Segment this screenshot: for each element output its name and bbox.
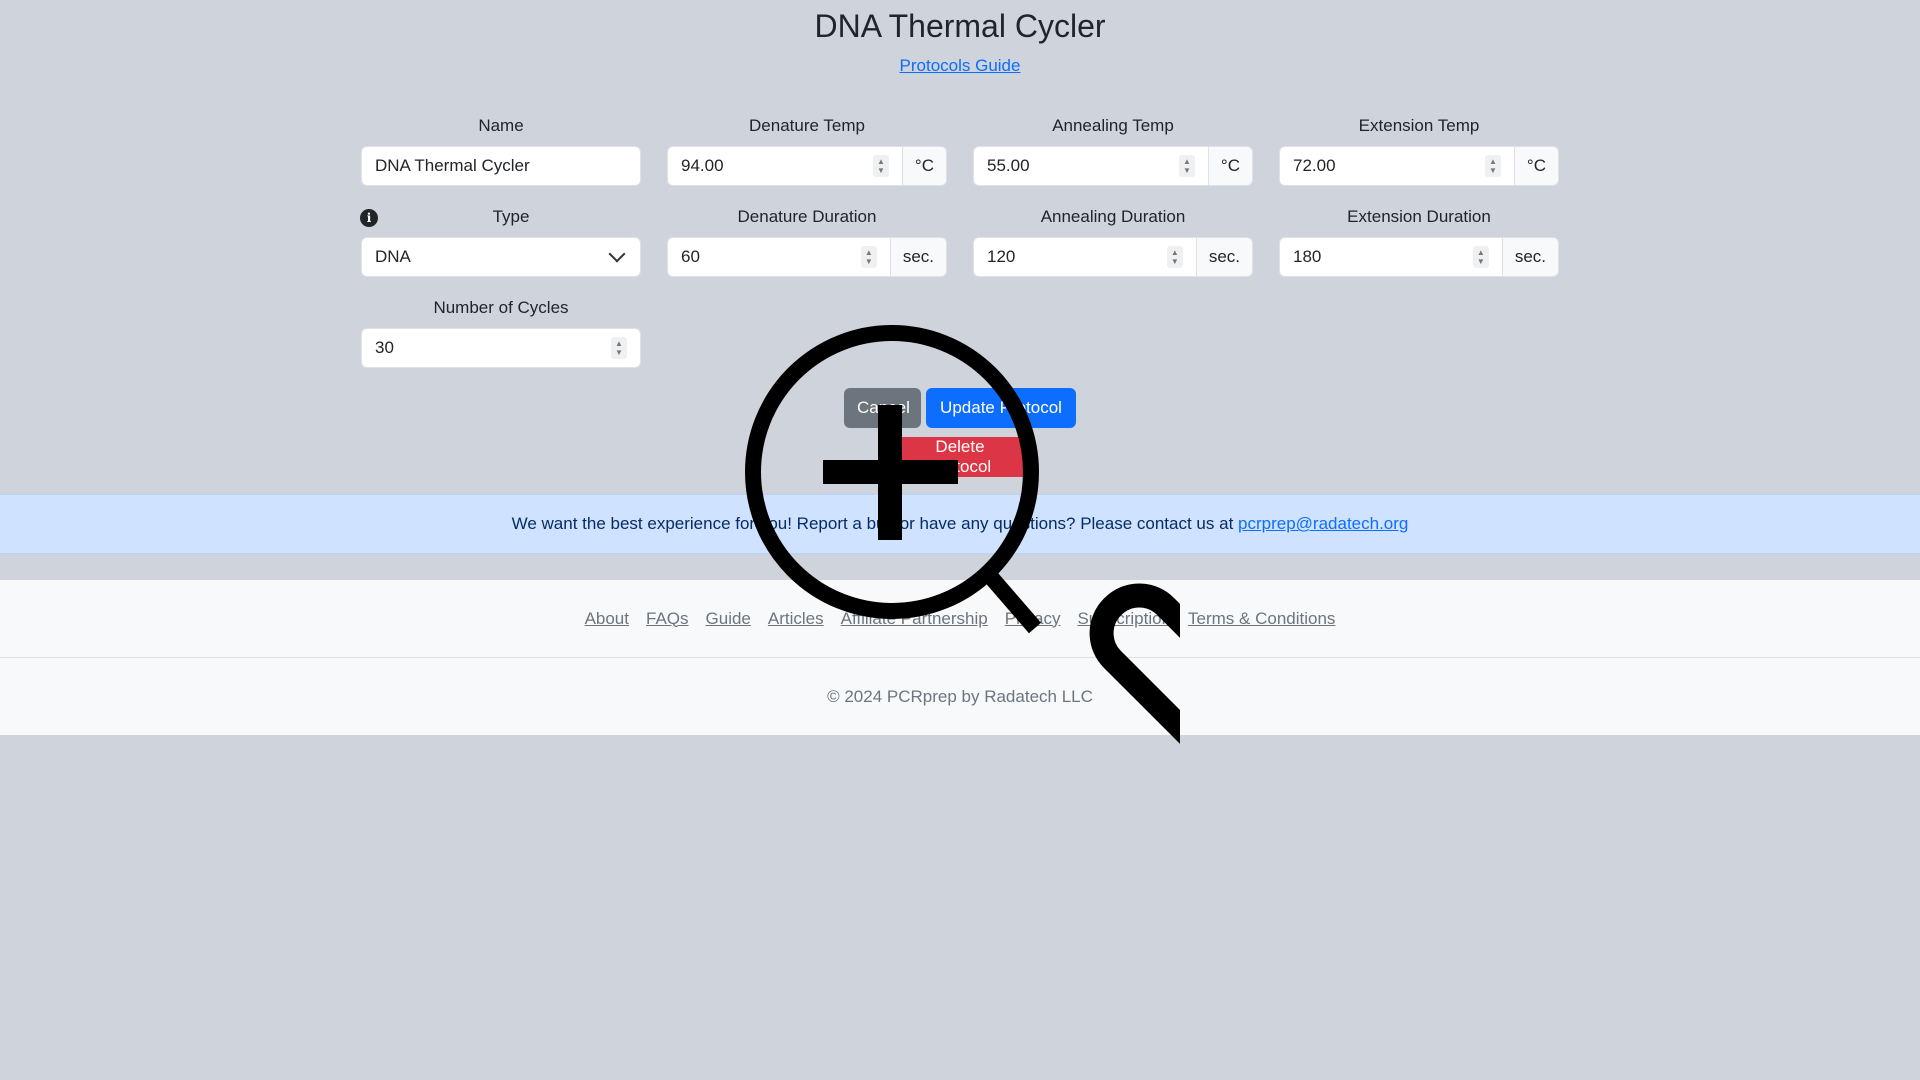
annealing-duration-unit: sec.	[1196, 237, 1253, 277]
cancel-button[interactable]: Cancel	[844, 388, 921, 428]
footer-link-affiliate-partnership[interactable]: Affiliate Partnership	[841, 609, 988, 629]
chevron-down-icon	[608, 245, 626, 263]
extension-duration-unit: sec.	[1502, 237, 1559, 277]
name-input[interactable]: DNA Thermal Cycler	[361, 146, 641, 186]
name-field: Name DNA Thermal Cycler	[361, 114, 641, 186]
annealing-duration-value: 120	[987, 247, 1016, 266]
extension-temp-input[interactable]: 72.00 ▲ ▼	[1279, 146, 1515, 186]
feedback-banner: We want the best experience for you! Rep…	[0, 494, 1920, 554]
annealing-duration-label: Annealing Duration	[1040, 207, 1186, 226]
denature-duration-label: Denature Duration	[737, 207, 877, 226]
annealing-temp-unit: °C	[1208, 146, 1253, 186]
annealing-temp-input[interactable]: 55.00 ▲ ▼	[973, 146, 1209, 186]
type-field: Type DNA	[361, 205, 641, 277]
denature-duration-input[interactable]: 60 ▲ ▼	[667, 237, 891, 277]
cycles-input[interactable]: 30 ▲ ▼	[361, 328, 641, 368]
type-select-value: DNA	[375, 247, 411, 266]
copyright: © 2024 PCRprep by Radatech LLC	[827, 687, 1093, 706]
cycles-label: Number of Cycles	[433, 298, 569, 317]
denature-temp-input[interactable]: 94.00 ▲ ▼	[667, 146, 903, 186]
protocols-guide-link[interactable]: Protocols Guide	[900, 56, 1021, 75]
annealing-duration-field: Annealing Duration 120 ▲ ▼ sec.	[973, 205, 1253, 277]
contact-email-link[interactable]: pcrprep@radatech.org	[1238, 514, 1408, 533]
footer-link-subscription[interactable]: Subscription	[1077, 609, 1171, 629]
extension-temp-value: 72.00	[1293, 156, 1336, 175]
denature-temp-label: Denature Temp	[749, 116, 865, 135]
denature-temp-unit: °C	[902, 146, 947, 186]
denature-temp-field: Denature Temp 94.00 ▲ ▼ °C	[667, 114, 947, 186]
footer-nav: About FAQs Guide Articles Affiliate Part…	[0, 580, 1920, 658]
footer-link-articles[interactable]: Articles	[768, 609, 824, 629]
name-label: Name	[478, 116, 524, 135]
extension-temp-field: Extension Temp 72.00 ▲ ▼ °C	[1279, 114, 1559, 186]
number-spinner-icon[interactable]: ▲ ▼	[860, 246, 877, 268]
type-label: Type	[492, 207, 530, 226]
denature-duration-value: 60	[681, 247, 700, 266]
cycles-field: Number of Cycles 30 ▲ ▼	[361, 296, 641, 368]
number-spinner-icon[interactable]: ▲ ▼	[872, 155, 889, 177]
extension-temp-unit: °C	[1514, 146, 1559, 186]
extension-duration-label: Extension Duration	[1347, 207, 1491, 226]
annealing-temp-field: Annealing Temp 55.00 ▲ ▼ °C	[973, 114, 1253, 186]
denature-duration-field: Denature Duration 60 ▲ ▼ sec.	[667, 205, 947, 277]
annealing-temp-label: Annealing Temp	[1052, 116, 1174, 135]
guide-link-container: Protocols Guide	[0, 56, 1920, 76]
number-spinner-icon[interactable]: ▲ ▼	[1472, 246, 1489, 268]
update-protocol-button[interactable]: Update Protocol	[926, 388, 1076, 428]
name-input-value: DNA Thermal Cycler	[375, 156, 530, 175]
denature-duration-unit: sec.	[890, 237, 947, 277]
annealing-duration-input[interactable]: 120 ▲ ▼	[973, 237, 1197, 277]
type-select[interactable]: DNA	[361, 237, 641, 277]
number-spinner-icon[interactable]: ▲ ▼	[611, 337, 627, 359]
footer-link-about[interactable]: About	[585, 609, 629, 629]
extension-duration-value: 180	[1293, 247, 1322, 266]
footer-link-faqs[interactable]: FAQs	[646, 609, 689, 629]
number-spinner-icon[interactable]: ▲ ▼	[1166, 246, 1183, 268]
extension-duration-field: Extension Duration 180 ▲ ▼ sec.	[1279, 205, 1559, 277]
footer-link-terms[interactable]: Terms & Conditions	[1188, 609, 1335, 629]
page-title: DNA Thermal Cycler	[814, 8, 1106, 44]
extension-temp-label: Extension Temp	[1358, 116, 1480, 135]
number-spinner-icon[interactable]: ▲ ▼	[1178, 155, 1195, 177]
footer-link-guide[interactable]: Guide	[706, 609, 751, 629]
denature-temp-value: 94.00	[681, 156, 724, 175]
number-spinner-icon[interactable]: ▲ ▼	[1484, 155, 1501, 177]
footer: About FAQs Guide Articles Affiliate Part…	[0, 580, 1920, 735]
annealing-temp-value: 55.00	[987, 156, 1030, 175]
extension-duration-input[interactable]: 180 ▲ ▼	[1279, 237, 1503, 277]
footer-link-privacy[interactable]: Privacy	[1005, 609, 1061, 629]
cycles-value: 30	[375, 338, 394, 357]
feedback-text: We want the best experience for you! Rep…	[511, 514, 1239, 533]
delete-protocol-button[interactable]: Delete Protocol	[889, 437, 1031, 477]
